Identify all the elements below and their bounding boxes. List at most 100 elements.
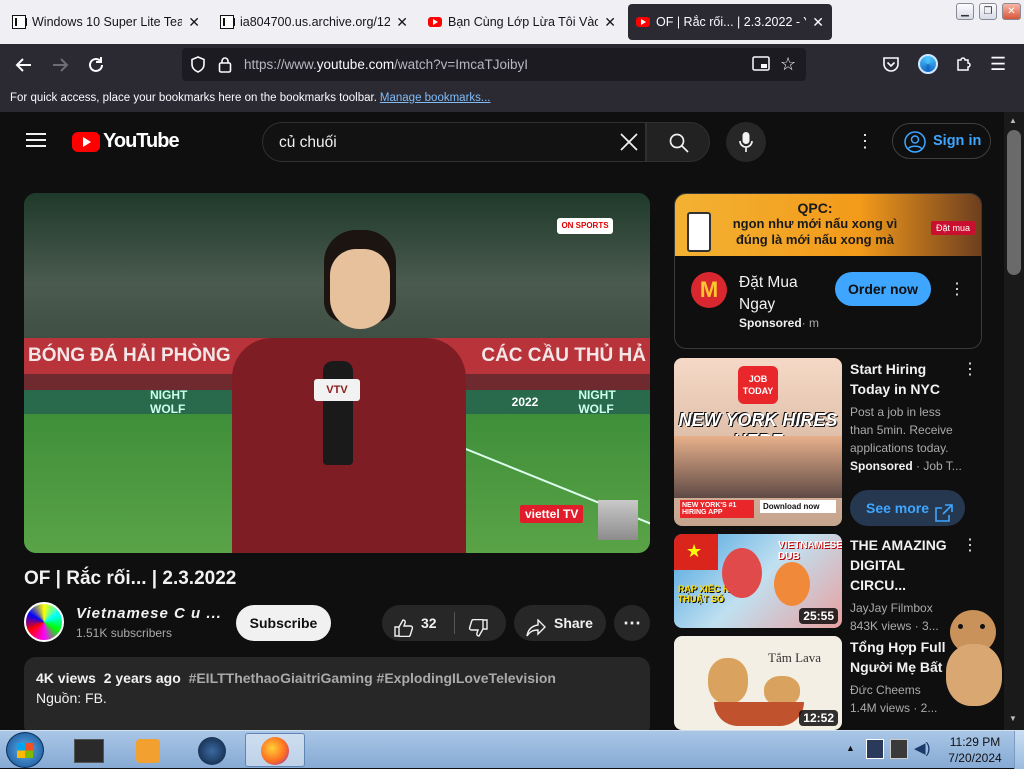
- more-actions-button[interactable]: ⋯: [614, 605, 650, 641]
- pocket-icon[interactable]: [882, 56, 900, 78]
- browser-tab[interactable]: ia804700.us.archive.org/12/it ✕: [212, 4, 416, 40]
- globe-icon: [198, 737, 226, 765]
- vtv-mic-flag: VTV: [314, 379, 360, 401]
- close-tab-icon[interactable]: ✕: [396, 14, 408, 31]
- manage-bookmarks-link[interactable]: Manage bookmarks...: [380, 92, 491, 104]
- sponsored-ad-card[interactable]: QPC: ngon như mới nấu xong vì đúng là mớ…: [674, 193, 982, 349]
- url-text[interactable]: https://www.youtube.com/watch?v=ImcaTJoi…: [244, 57, 528, 72]
- hamster-sticker: [944, 606, 1004, 706]
- account-icon[interactable]: [918, 54, 938, 74]
- close-window-button[interactable]: ✕: [1002, 3, 1021, 20]
- minimize-button[interactable]: ▁: [956, 3, 974, 20]
- channel-tag: ON SPORTS: [557, 218, 613, 234]
- close-tab-icon[interactable]: ✕: [188, 14, 200, 31]
- back-arrow-icon[interactable]: [14, 55, 34, 75]
- scroll-up-icon[interactable]: ▲: [1009, 116, 1017, 125]
- media-player-icon: [136, 739, 160, 763]
- vietnam-flag: ★: [674, 534, 718, 570]
- shield-icon[interactable]: [190, 56, 206, 78]
- forward-arrow-icon[interactable]: [50, 55, 70, 75]
- extensions-icon[interactable]: [955, 54, 973, 77]
- clear-search-icon[interactable]: [620, 133, 638, 156]
- order-now-button[interactable]: Order now: [835, 272, 931, 306]
- youtube-logo[interactable]: YouTube: [72, 130, 180, 153]
- restore-button[interactable]: ❐: [979, 3, 997, 20]
- taskbar-app-globe[interactable]: [184, 733, 242, 767]
- close-tab-icon[interactable]: ✕: [812, 14, 824, 31]
- subscribe-button[interactable]: Subscribe: [236, 605, 331, 641]
- youtube-icon: [636, 17, 650, 27]
- lock-icon[interactable]: [218, 56, 232, 78]
- network-icon[interactable]: [866, 739, 884, 759]
- ad-options-icon[interactable]: ⋮: [947, 280, 967, 300]
- start-button[interactable]: [6, 732, 44, 768]
- youtube-icon: [428, 17, 442, 27]
- archive-icon: [220, 15, 235, 29]
- windows-taskbar: ▲ ◀) 11:29 PM 7/20/2024: [0, 730, 1024, 769]
- search-icon: [669, 133, 689, 158]
- ad-banner: QPC: ngon như mới nấu xong vì đúng là mớ…: [675, 194, 981, 256]
- sidebar-item-info[interactable]: Start Hiring Today in NYC Post a job in …: [850, 359, 962, 475]
- volume-icon[interactable]: ◀): [914, 739, 931, 757]
- external-link-icon: [935, 499, 953, 535]
- windows-logo-icon: [17, 743, 33, 758]
- tray-app-icon[interactable]: [890, 739, 908, 759]
- scrollbar-thumb[interactable]: [1007, 130, 1021, 275]
- archive-icon: [12, 15, 27, 29]
- browser-tab-strip: Windows 10 Super Lite Team ✕ ia804700.us…: [0, 0, 1024, 44]
- hashtags[interactable]: #EILTThethaoGiaitriGaming #ExplodingILov…: [189, 670, 556, 686]
- share-button[interactable]: Share: [514, 605, 606, 641]
- navigation-toolbar: https://www.youtube.com/watch?v=ImcaTJoi…: [0, 44, 1024, 86]
- channel-avatar[interactable]: [24, 602, 64, 642]
- youtube-logo-icon: [72, 131, 100, 152]
- microphone: [323, 361, 353, 465]
- voice-search-button[interactable]: [726, 122, 766, 162]
- youtube-header: YouTube củ chuối ⋮ Sign in: [0, 112, 1004, 170]
- microphone-icon: [739, 132, 753, 157]
- like-count[interactable]: 32: [421, 605, 437, 641]
- subscriber-count: 1.51K subscribers: [76, 626, 173, 640]
- channel-name[interactable]: Vietnamese C u ...: [76, 605, 222, 622]
- menu-icon[interactable]: ☰: [990, 54, 1006, 75]
- firefox-icon: [261, 737, 289, 765]
- taskbar-app-media-player[interactable]: [120, 733, 178, 767]
- reload-icon[interactable]: [86, 55, 106, 75]
- reporter: [330, 249, 390, 329]
- sidebar-thumbnail[interactable]: JOB TODAY NEW YORK HIRES HERE NEW YORK'S…: [674, 358, 842, 526]
- video-player[interactable]: BÓNG ĐÁ HẢI PHÒNG CÁC CẦU THỦ HẢ NIGHT W…: [24, 193, 650, 553]
- video-options-icon[interactable]: ⋮: [960, 360, 980, 380]
- taskbar-app-firefox[interactable]: [245, 733, 305, 767]
- like-dislike-group: 32: [382, 605, 506, 641]
- video-description[interactable]: 4K views 2 years ago #EILTThethaoGiaitri…: [24, 657, 650, 737]
- sign-in-button[interactable]: Sign in: [892, 123, 991, 159]
- viettel-watermark: viettel TV: [520, 505, 584, 523]
- bookmarks-toolbar: For quick access, place your bookmarks h…: [0, 86, 1024, 112]
- browser-tab[interactable]: Windows 10 Super Lite Team ✕: [4, 4, 208, 40]
- user-avatar-icon: [904, 131, 926, 166]
- sidebar-thumbnail[interactable]: ★ VIETNAMESE DUB RẠP XIẾC KỸ THUẬT SỐ 25…: [674, 534, 842, 628]
- share-icon: [526, 614, 546, 650]
- dislike-icon[interactable]: [468, 614, 488, 650]
- bookmark-star-icon[interactable]: ☆: [780, 54, 796, 75]
- mcdonalds-logo-icon: M: [691, 272, 727, 308]
- show-hidden-icons[interactable]: ▲: [846, 743, 855, 753]
- hamburger-menu-icon[interactable]: [26, 132, 46, 153]
- video-options-icon[interactable]: ⋮: [960, 536, 980, 556]
- video-title: OF | Rắc rối... | 2.3.2022: [24, 568, 237, 589]
- see-more-button[interactable]: See more: [850, 490, 965, 526]
- system-clock[interactable]: 11:29 PM 7/20/2024: [940, 734, 1010, 766]
- sidebar-thumbnail[interactable]: Tắm Lava 12:52: [674, 636, 842, 730]
- scroll-down-icon[interactable]: ▼: [1009, 714, 1017, 723]
- taskbar-app-explorer[interactable]: [60, 733, 118, 767]
- show-desktop-button[interactable]: [1014, 731, 1024, 769]
- search-button[interactable]: [646, 122, 710, 162]
- browser-tab[interactable]: Bạn Cùng Lớp Lừa Tôi Vào N ✕: [420, 4, 624, 40]
- settings-kebab-icon[interactable]: ⋮: [856, 132, 874, 150]
- search-input[interactable]: củ chuối: [262, 122, 646, 162]
- like-icon[interactable]: [394, 614, 414, 650]
- address-bar[interactable]: https://www.youtube.com/watch?v=ImcaTJoi…: [182, 48, 806, 81]
- picture-in-picture-icon[interactable]: [752, 56, 770, 77]
- page-scrollbar[interactable]: ▲ ▼: [1004, 112, 1024, 730]
- browser-tab-active[interactable]: OF | Rắc rối... | 2.3.2022 - You ✕: [628, 4, 832, 40]
- close-tab-icon[interactable]: ✕: [604, 14, 616, 31]
